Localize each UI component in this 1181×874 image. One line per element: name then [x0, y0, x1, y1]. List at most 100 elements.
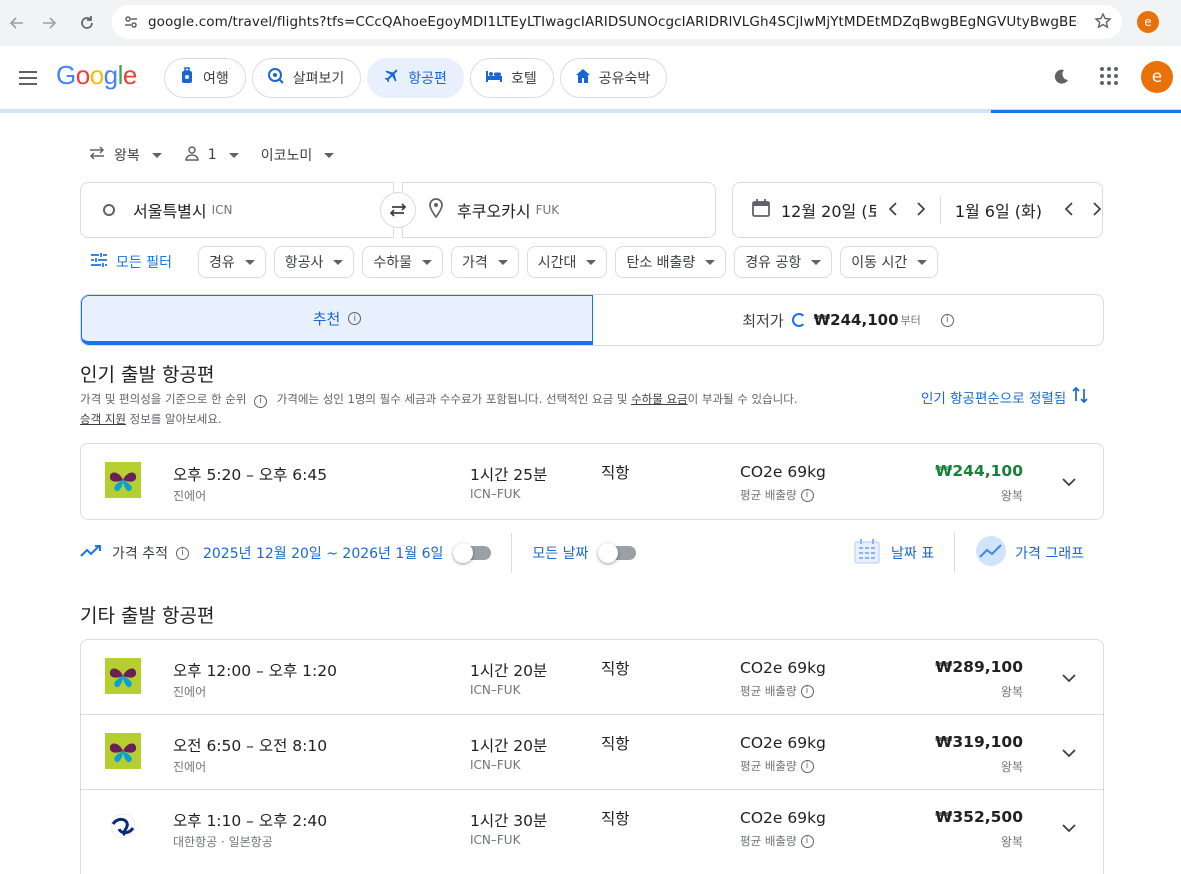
- tab-flights[interactable]: 항공편: [367, 58, 464, 98]
- chip-label: 가격: [462, 255, 488, 271]
- info-icon[interactable]: i: [800, 684, 814, 698]
- site-settings-icon[interactable]: [114, 5, 148, 39]
- price-graph-button[interactable]: 가격 그래프: [975, 535, 1084, 571]
- bag-fees-link[interactable]: 수하물 요금: [631, 392, 688, 406]
- flight-duration: 1시간 25분: [470, 466, 548, 484]
- expand-chevron-icon[interactable]: [1061, 818, 1077, 837]
- back-icon[interactable]: [2, 8, 32, 38]
- reload-icon[interactable]: [72, 8, 102, 38]
- google-logo[interactable]: Google: [56, 60, 137, 91]
- info-icon[interactable]: i: [800, 488, 814, 502]
- cabin-class-select[interactable]: 이코노미: [261, 143, 335, 167]
- tab-recommended[interactable]: 추천 i: [81, 295, 593, 345]
- flight-icon: [382, 67, 400, 89]
- origin-code: ICN: [211, 203, 233, 217]
- info-icon[interactable]: i: [800, 834, 814, 848]
- info-icon[interactable]: i: [348, 312, 362, 325]
- airline-logo: [105, 658, 141, 694]
- passenger-assistance-link[interactable]: 승객 지원: [80, 412, 126, 426]
- address-bar[interactable]: google.com/travel/flights?tfs=CCcQAhoeEg…: [112, 5, 1122, 39]
- info-icon[interactable]: i: [940, 313, 954, 327]
- dark-mode-icon[interactable]: [1053, 66, 1073, 90]
- top-flights-list: 오후 5:20 – 오후 6:45 진에어 1시간 25분 ICN–FUK 직항 CO2e…: [80, 443, 1104, 520]
- location-pin-icon: [429, 198, 443, 222]
- flight-row[interactable]: 오전 6:50 – 오전 8:10 진에어 1시간 20분 ICN–FUK 직항 CO2e…: [81, 715, 1103, 790]
- date-grid-button[interactable]: 날짜 표: [853, 537, 934, 569]
- origin-circle-icon: [103, 204, 115, 216]
- google-apps-icon[interactable]: [1099, 66, 1119, 90]
- trip-type-value: 왕복: [114, 148, 140, 164]
- tab-vacation-rentals[interactable]: 공유숙박: [559, 58, 668, 98]
- ranking-text: 가격 및 편의성을 기준으로 한 순위: [80, 392, 247, 406]
- flight-duration: 1시간 30분: [470, 812, 548, 830]
- chip-label: 이동 시간: [851, 255, 908, 271]
- any-dates-toggle[interactable]: [598, 543, 637, 563]
- date-grid-icon: [853, 537, 881, 569]
- date-grid-label: 날짜 표: [891, 546, 935, 562]
- track-dates-toggle[interactable]: [453, 543, 492, 563]
- tab-cheapest[interactable]: 최저가 ₩244,100 부터 i: [593, 295, 1103, 345]
- flight-times: 오후 1:10 – 오후 2:40: [173, 812, 328, 830]
- url-text: google.com/travel/flights?tfs=CCcQAhoeEg…: [148, 14, 1078, 30]
- filter-chip-times[interactable]: 시간대: [526, 246, 608, 278]
- sort-by-button[interactable]: 인기 항공편순으로 정렬됨: [921, 386, 1088, 408]
- filter-chip-price[interactable]: 가격: [451, 246, 519, 278]
- expand-chevron-icon[interactable]: [1061, 668, 1077, 687]
- any-dates-label: 모든 날짜: [532, 546, 589, 562]
- emissions-note: 평균 배출량 i: [740, 487, 814, 503]
- origin-field[interactable]: 서울특별시 ICN: [80, 182, 394, 238]
- product-tabs: 여행 살펴보기 항공편 호텔 공유숙박: [164, 58, 668, 98]
- co2-emissions: CO2e 69kg: [740, 463, 826, 481]
- info-icon[interactable]: i: [800, 759, 814, 773]
- cabin-class-value: 이코노미: [260, 148, 313, 164]
- destination-code: FUK: [535, 203, 560, 217]
- passengers-select[interactable]: 1: [184, 143, 239, 167]
- flight-duration: 1시간 20분: [470, 662, 548, 680]
- all-filters-button[interactable]: 모든 필터: [82, 246, 180, 278]
- flight-row[interactable]: 오후 1:10 – 오후 2:40 대한항공 · 일본항공 1시간 30분 ICN–F…: [81, 790, 1103, 865]
- flight-stops: 직항: [601, 810, 630, 828]
- airline-name: 진에어: [173, 760, 207, 774]
- info-icon[interactable]: i: [175, 546, 189, 560]
- tab-travel[interactable]: 여행: [164, 58, 246, 98]
- filter-chip-connecting-airports[interactable]: 경유 공항: [734, 246, 833, 278]
- depart-prev-icon[interactable]: [888, 201, 898, 220]
- depart-next-icon[interactable]: [916, 201, 926, 220]
- sort-tabs: 추천 i 최저가 ₩244,100 부터 i: [80, 294, 1104, 346]
- tab-hotels[interactable]: 호텔: [469, 58, 554, 98]
- expand-chevron-icon[interactable]: [1061, 472, 1077, 491]
- chevron-down-icon: [497, 259, 508, 265]
- explore-icon: [267, 67, 285, 89]
- depart-date[interactable]: 12월 20일 (토: [781, 198, 876, 222]
- return-prev-icon[interactable]: [1064, 201, 1074, 220]
- hamburger-menu-icon[interactable]: [16, 66, 40, 94]
- expand-chevron-icon[interactable]: [1061, 743, 1077, 762]
- forward-icon[interactable]: [34, 8, 64, 38]
- chevron-down-icon: [244, 259, 255, 265]
- account-avatar[interactable]: e: [1141, 61, 1173, 93]
- trip-type-select[interactable]: 왕복: [88, 143, 162, 167]
- flight-route: ICN–FUK: [470, 833, 521, 847]
- airline-logo: [105, 733, 141, 769]
- home-icon: [575, 68, 591, 88]
- airline-name: 진에어: [173, 489, 207, 503]
- tab-explore[interactable]: 살펴보기: [251, 58, 362, 98]
- filter-chip-stops[interactable]: 경유: [197, 246, 266, 278]
- filter-bar: 모든 필터 경유 항공사 수하물 가격 시간대 탄소 배출량 경유 공항 이동 …: [82, 246, 939, 278]
- filter-chip-emissions[interactable]: 탄소 배출량: [615, 246, 727, 278]
- swap-locations-button[interactable]: [380, 192, 416, 228]
- destination-field[interactable]: 후쿠오카시 FUK: [402, 182, 716, 238]
- return-date[interactable]: 1월 6일 (화): [955, 198, 1042, 222]
- filter-chip-airlines[interactable]: 항공사: [273, 246, 355, 278]
- flight-duration: 1시간 20분: [470, 737, 548, 755]
- ranking-notice: 가격 및 편의성을 기준으로 한 순위 i 가격에는 성인 1명의 필수 세금과…: [80, 389, 910, 429]
- flight-row[interactable]: 오후 12:00 – 오후 1:20 진에어 1시간 20분 ICN–FUK 직항 CO2…: [81, 640, 1103, 715]
- info-icon[interactable]: i: [254, 394, 268, 408]
- filter-chip-bags[interactable]: 수하물: [362, 246, 444, 278]
- filter-chip-duration[interactable]: 이동 시간: [840, 246, 939, 278]
- bookmark-star-icon[interactable]: [1094, 12, 1112, 34]
- return-next-icon[interactable]: [1092, 201, 1102, 220]
- flight-row[interactable]: 오후 5:20 – 오후 6:45 진에어 1시간 25분 ICN–FUK 직항 CO2e…: [81, 444, 1103, 519]
- browser-profile-avatar[interactable]: e: [1137, 11, 1159, 33]
- flight-price: ₩319,100: [935, 733, 1023, 751]
